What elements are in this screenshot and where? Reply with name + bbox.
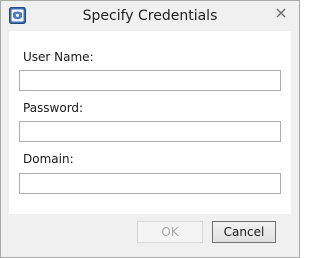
user-name-label: User Name: xyxy=(23,50,94,64)
credentials-form: User Name: Password: Domain: xyxy=(9,31,291,214)
domain-input[interactable] xyxy=(19,173,281,194)
dialog-title: Specify Credentials xyxy=(82,8,218,24)
password-input[interactable] xyxy=(19,121,281,142)
credentials-dialog: Specify Credentials User Name: Password:… xyxy=(0,0,300,258)
domain-label: Domain: xyxy=(23,152,74,166)
shield-key-icon xyxy=(9,7,26,24)
title-bar[interactable]: Specify Credentials xyxy=(1,1,299,31)
ok-button[interactable]: OK xyxy=(137,221,203,243)
close-icon xyxy=(276,3,286,22)
cancel-button[interactable]: Cancel xyxy=(212,221,276,243)
password-label: Password: xyxy=(23,101,84,115)
button-bar: OK Cancel xyxy=(1,214,299,257)
user-name-input[interactable] xyxy=(19,70,281,91)
close-button[interactable] xyxy=(264,2,298,22)
